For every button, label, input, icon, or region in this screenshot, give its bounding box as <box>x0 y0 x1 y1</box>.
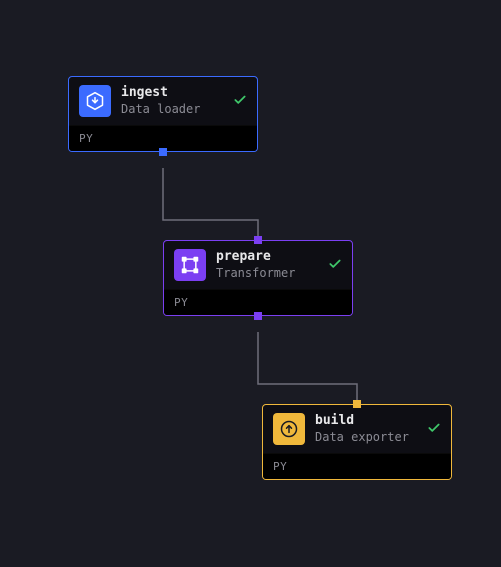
check-icon <box>233 92 247 111</box>
node-build[interactable]: build Data exporter PY <box>262 404 452 480</box>
edge-ingest-prepare <box>163 168 258 240</box>
loader-icon <box>79 85 111 117</box>
port-out[interactable] <box>159 148 167 156</box>
exporter-icon <box>273 413 305 445</box>
node-lang-badge: PY <box>263 453 451 479</box>
edge-prepare-build <box>258 332 357 404</box>
node-title: prepare <box>216 249 318 265</box>
node-ingest[interactable]: ingest Data loader PY <box>68 76 258 152</box>
node-header: ingest Data loader <box>69 77 257 125</box>
port-out[interactable] <box>254 312 262 320</box>
node-subtitle: Transformer <box>216 266 318 282</box>
node-header: prepare Transformer <box>164 241 352 289</box>
check-icon <box>427 420 441 439</box>
node-title: build <box>315 413 417 429</box>
node-subtitle: Data exporter <box>315 430 417 446</box>
node-prepare[interactable]: prepare Transformer PY <box>163 240 353 316</box>
node-header: build Data exporter <box>263 405 451 453</box>
node-title: ingest <box>121 85 223 101</box>
node-titles: build Data exporter <box>315 413 417 445</box>
node-subtitle: Data loader <box>121 102 223 118</box>
node-titles: ingest Data loader <box>121 85 223 117</box>
check-icon <box>328 256 342 275</box>
transformer-icon <box>174 249 206 281</box>
node-titles: prepare Transformer <box>216 249 318 281</box>
